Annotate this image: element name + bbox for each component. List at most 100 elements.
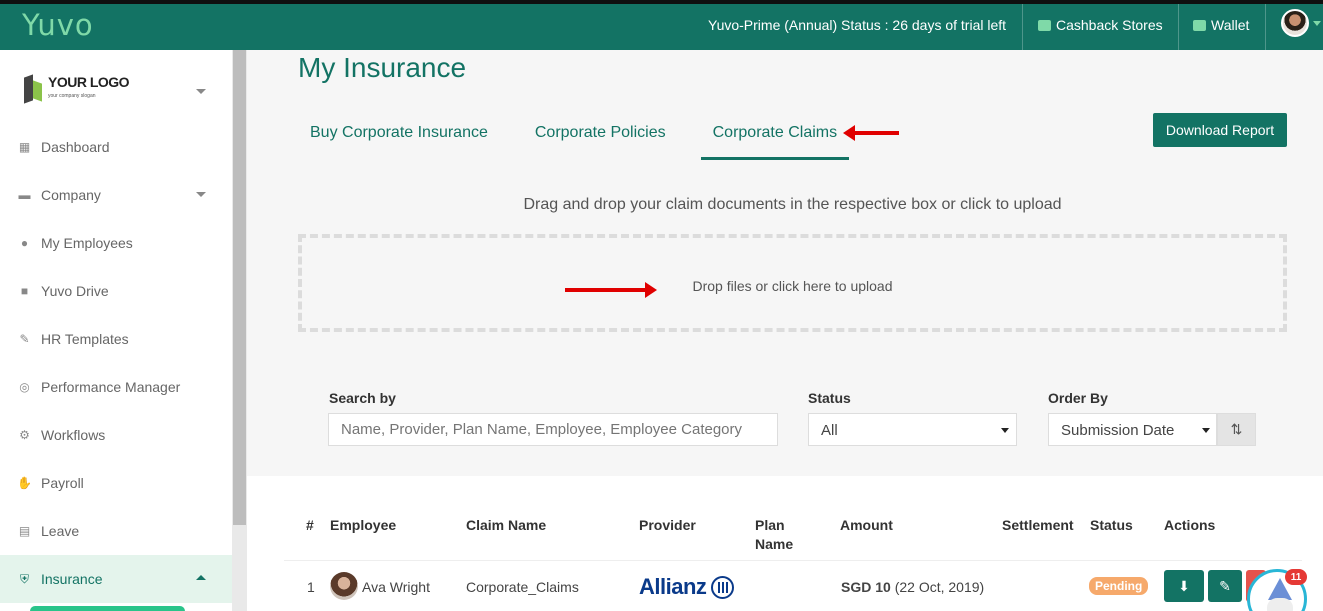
folder-icon: ■ bbox=[20, 284, 29, 298]
column-header-settlement: Settlement bbox=[1002, 517, 1074, 533]
status-select-value: All bbox=[821, 422, 838, 439]
column-header-status: Status bbox=[1090, 517, 1133, 533]
dropzone-text: Drop files or click here to upload bbox=[692, 278, 893, 294]
wallet-label: Wallet bbox=[1211, 17, 1250, 33]
sidebar-item-label: Performance Manager bbox=[41, 379, 181, 395]
edit-claim-button[interactable]: ✎ bbox=[1208, 570, 1242, 602]
column-header-employee: Employee bbox=[330, 517, 397, 533]
file-dropzone[interactable]: Drop files or click here to upload bbox=[298, 234, 1287, 332]
sort-direction-button[interactable]: ⇅ bbox=[1217, 413, 1256, 446]
column-header-number: # bbox=[306, 517, 314, 533]
sidebar-item-company[interactable]: ▬ Company bbox=[0, 175, 232, 215]
amount-date: (22 Oct, 2019) bbox=[894, 579, 985, 595]
sidebar-item-workflows[interactable]: ⚙ Workflows bbox=[0, 415, 232, 455]
download-icon: ⬇ bbox=[1178, 577, 1190, 594]
sidebar-item-hr-templates[interactable]: ✎ HR Templates bbox=[0, 319, 232, 359]
sidebar: YOUR LOGO your company slogan ▦ Dashboar… bbox=[0, 50, 232, 611]
table-divider bbox=[284, 560, 1302, 561]
sidebar-item-leave[interactable]: ▤ Leave bbox=[0, 511, 232, 551]
status-label: Status bbox=[808, 390, 851, 406]
download-report-button[interactable]: Download Report bbox=[1153, 113, 1287, 147]
logo-slogan: your company slogan bbox=[48, 93, 96, 99]
chevron-up-icon bbox=[196, 575, 206, 580]
order-by-select[interactable]: Submission Date bbox=[1048, 413, 1217, 446]
search-input[interactable] bbox=[328, 413, 778, 446]
annotation-arrow bbox=[843, 125, 899, 141]
column-header-amount: Amount bbox=[840, 517, 893, 533]
sidebar-item-payroll[interactable]: ✋ Payroll bbox=[0, 463, 232, 503]
wallet-link[interactable]: Wallet bbox=[1193, 17, 1249, 33]
column-header-claim-name: Claim Name bbox=[466, 517, 547, 533]
order-by-label: Order By bbox=[1048, 390, 1108, 406]
company-logo[interactable]: YOUR LOGO your company slogan bbox=[24, 72, 130, 104]
grid-icon: ▦ bbox=[18, 140, 31, 154]
user-avatar[interactable] bbox=[1281, 9, 1309, 37]
sidebar-item-dashboard[interactable]: ▦ Dashboard bbox=[0, 127, 232, 167]
tab-bar: Buy Corporate Insurance Corporate Polici… bbox=[298, 114, 850, 162]
sidebar-item-label: Leave bbox=[41, 523, 80, 539]
wizard-face-icon bbox=[1267, 598, 1293, 611]
chevron-down-icon[interactable] bbox=[1313, 21, 1321, 26]
tab-buy-corporate-insurance[interactable]: Buy Corporate Insurance bbox=[298, 114, 500, 160]
column-header-actions: Actions bbox=[1164, 517, 1216, 533]
sidebar-item-label: HR Templates bbox=[41, 331, 129, 347]
coins-icon bbox=[1038, 19, 1051, 31]
chevron-down-icon bbox=[196, 192, 206, 197]
allianz-emblem-icon bbox=[711, 575, 735, 599]
employee-avatar bbox=[330, 572, 358, 600]
sidebar-item-yuvo-drive[interactable]: ■ Yuvo Drive bbox=[0, 271, 232, 311]
provider-name: Allianz bbox=[639, 574, 707, 599]
wallet-icon bbox=[1193, 19, 1206, 31]
search-label: Search by bbox=[329, 390, 396, 406]
divider bbox=[1178, 4, 1179, 50]
sidebar-item-label: Yuvo Drive bbox=[41, 283, 109, 299]
logo-mark-icon bbox=[24, 72, 42, 104]
annotation-arrow bbox=[565, 282, 657, 298]
sidebar-item-label: Dashboard bbox=[41, 139, 110, 155]
submenu-highlight[interactable] bbox=[30, 606, 185, 611]
cogs-icon: ⚙ bbox=[19, 428, 30, 442]
sidebar-item-label: Workflows bbox=[41, 427, 106, 443]
order-by-select-value: Submission Date bbox=[1061, 422, 1175, 439]
divider bbox=[1265, 4, 1266, 50]
chevron-down-icon[interactable] bbox=[196, 89, 206, 94]
edit-icon: ✎ bbox=[19, 332, 30, 346]
shield-icon: ⛨ bbox=[19, 571, 29, 586]
pencil-icon: ✎ bbox=[1219, 577, 1231, 594]
top-bar: Yuvo Yuvo-Prime (Annual) Status : 26 day… bbox=[0, 0, 1323, 50]
sidebar-item-performance-manager[interactable]: ◎ Performance Manager bbox=[0, 367, 232, 407]
upload-hint: Drag and drop your claim documents in th… bbox=[523, 196, 1062, 213]
notification-badge: 11 bbox=[1285, 569, 1307, 585]
caret-down-icon bbox=[1001, 428, 1009, 433]
amount-value: SGD 10 bbox=[841, 579, 891, 595]
status-badge: Pending bbox=[1089, 577, 1149, 595]
employee-name[interactable]: Ava Wright bbox=[362, 579, 430, 595]
logo-text: YOUR LOGO bbox=[48, 74, 130, 90]
sort-icon: ⇅ bbox=[1230, 421, 1243, 437]
sidebar-item-insurance[interactable]: ⛨ Insurance bbox=[0, 555, 232, 603]
brand-logo[interactable]: Yuvo bbox=[22, 8, 94, 42]
sidebar-scrollbar[interactable] bbox=[232, 50, 247, 611]
cashback-stores-label: Cashback Stores bbox=[1056, 17, 1163, 33]
tab-corporate-claims[interactable]: Corporate Claims bbox=[700, 114, 850, 160]
claim-amount: SGD 10 (22 Oct, 2019) bbox=[841, 579, 984, 595]
archive-icon: ▬ bbox=[18, 188, 31, 202]
divider bbox=[1022, 4, 1023, 50]
page-title: My Insurance bbox=[298, 52, 467, 83]
column-header-plan-name: Plan Name bbox=[755, 517, 794, 552]
trial-status[interactable]: Yuvo-Prime (Annual) Status : 26 days of … bbox=[708, 17, 1006, 33]
sidebar-item-label: Payroll bbox=[41, 475, 84, 491]
caret-down-icon bbox=[1202, 428, 1210, 433]
sidebar-item-label: Company bbox=[41, 187, 101, 203]
target-icon: ◎ bbox=[19, 380, 30, 394]
cashback-stores-link[interactable]: Cashback Stores bbox=[1038, 17, 1163, 33]
column-header-provider: Provider bbox=[639, 517, 696, 533]
sidebar-item-my-employees[interactable]: ● My Employees bbox=[0, 223, 232, 263]
hand-coin-icon: ✋ bbox=[17, 476, 32, 490]
claim-name: Corporate_Claims bbox=[466, 579, 579, 595]
download-claim-button[interactable]: ⬇ bbox=[1164, 570, 1204, 602]
scrollbar-thumb[interactable] bbox=[233, 50, 246, 525]
sidebar-item-label: My Employees bbox=[41, 235, 133, 251]
tab-corporate-policies[interactable]: Corporate Policies bbox=[523, 114, 678, 160]
status-select[interactable]: All bbox=[808, 413, 1017, 446]
